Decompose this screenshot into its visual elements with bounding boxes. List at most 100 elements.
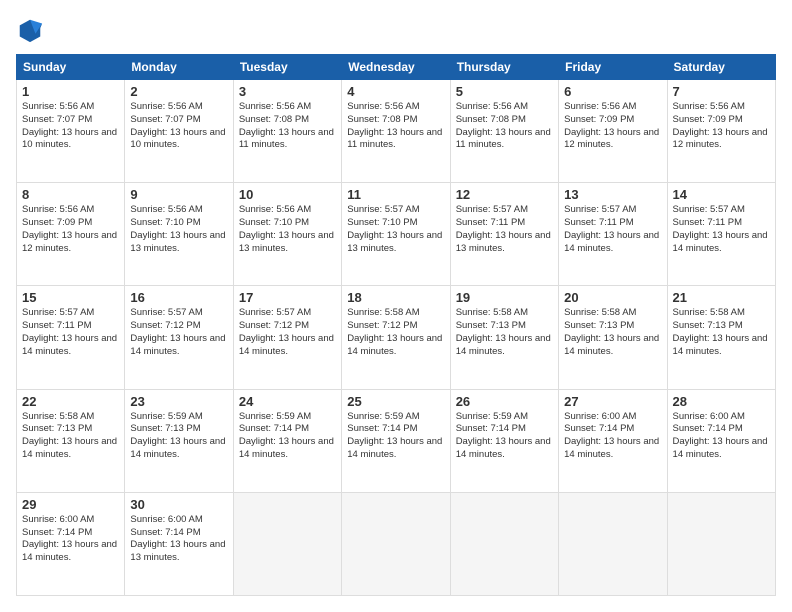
logo bbox=[16, 16, 48, 44]
day-number: 2 bbox=[130, 84, 227, 99]
calendar-cell bbox=[559, 492, 667, 595]
calendar-cell: 13 Sunrise: 5:57 AM Sunset: 7:11 PM Dayl… bbox=[559, 183, 667, 286]
day-info: Sunrise: 5:59 AM Sunset: 7:14 PM Dayligh… bbox=[239, 411, 336, 462]
day-number: 18 bbox=[347, 290, 444, 305]
week-row-2: 15 Sunrise: 5:57 AM Sunset: 7:11 PM Dayl… bbox=[17, 286, 776, 389]
day-number: 7 bbox=[673, 84, 770, 99]
week-row-1: 8 Sunrise: 5:56 AM Sunset: 7:09 PM Dayli… bbox=[17, 183, 776, 286]
calendar-cell: 11 Sunrise: 5:57 AM Sunset: 7:10 PM Dayl… bbox=[342, 183, 450, 286]
page: SundayMondayTuesdayWednesdayThursdayFrid… bbox=[0, 0, 792, 612]
calendar-cell: 30 Sunrise: 6:00 AM Sunset: 7:14 PM Dayl… bbox=[125, 492, 233, 595]
calendar-cell: 27 Sunrise: 6:00 AM Sunset: 7:14 PM Dayl… bbox=[559, 389, 667, 492]
calendar-cell: 25 Sunrise: 5:59 AM Sunset: 7:14 PM Dayl… bbox=[342, 389, 450, 492]
calendar-cell bbox=[233, 492, 341, 595]
calendar-cell: 9 Sunrise: 5:56 AM Sunset: 7:10 PM Dayli… bbox=[125, 183, 233, 286]
calendar-cell: 19 Sunrise: 5:58 AM Sunset: 7:13 PM Dayl… bbox=[450, 286, 558, 389]
day-info: Sunrise: 5:57 AM Sunset: 7:12 PM Dayligh… bbox=[239, 307, 336, 358]
calendar-cell: 3 Sunrise: 5:56 AM Sunset: 7:08 PM Dayli… bbox=[233, 80, 341, 183]
calendar-body: 1 Sunrise: 5:56 AM Sunset: 7:07 PM Dayli… bbox=[17, 80, 776, 596]
calendar-cell: 24 Sunrise: 5:59 AM Sunset: 7:14 PM Dayl… bbox=[233, 389, 341, 492]
calendar-cell: 20 Sunrise: 5:58 AM Sunset: 7:13 PM Dayl… bbox=[559, 286, 667, 389]
day-info: Sunrise: 5:57 AM Sunset: 7:11 PM Dayligh… bbox=[456, 204, 553, 255]
header-thursday: Thursday bbox=[450, 55, 558, 80]
day-number: 27 bbox=[564, 394, 661, 409]
calendar-cell: 18 Sunrise: 5:58 AM Sunset: 7:12 PM Dayl… bbox=[342, 286, 450, 389]
header-tuesday: Tuesday bbox=[233, 55, 341, 80]
day-info: Sunrise: 5:56 AM Sunset: 7:09 PM Dayligh… bbox=[22, 204, 119, 255]
day-info: Sunrise: 5:57 AM Sunset: 7:10 PM Dayligh… bbox=[347, 204, 444, 255]
day-number: 6 bbox=[564, 84, 661, 99]
day-info: Sunrise: 5:59 AM Sunset: 7:14 PM Dayligh… bbox=[347, 411, 444, 462]
day-number: 15 bbox=[22, 290, 119, 305]
day-number: 16 bbox=[130, 290, 227, 305]
header-wednesday: Wednesday bbox=[342, 55, 450, 80]
day-info: Sunrise: 5:57 AM Sunset: 7:11 PM Dayligh… bbox=[673, 204, 770, 255]
day-number: 22 bbox=[22, 394, 119, 409]
calendar-cell: 15 Sunrise: 5:57 AM Sunset: 7:11 PM Dayl… bbox=[17, 286, 125, 389]
calendar-cell: 12 Sunrise: 5:57 AM Sunset: 7:11 PM Dayl… bbox=[450, 183, 558, 286]
day-number: 14 bbox=[673, 187, 770, 202]
header-sunday: Sunday bbox=[17, 55, 125, 80]
calendar-table: SundayMondayTuesdayWednesdayThursdayFrid… bbox=[16, 54, 776, 596]
calendar-cell: 29 Sunrise: 6:00 AM Sunset: 7:14 PM Dayl… bbox=[17, 492, 125, 595]
day-number: 13 bbox=[564, 187, 661, 202]
calendar-cell: 26 Sunrise: 5:59 AM Sunset: 7:14 PM Dayl… bbox=[450, 389, 558, 492]
day-number: 3 bbox=[239, 84, 336, 99]
day-info: Sunrise: 5:58 AM Sunset: 7:13 PM Dayligh… bbox=[456, 307, 553, 358]
day-info: Sunrise: 6:00 AM Sunset: 7:14 PM Dayligh… bbox=[130, 514, 227, 565]
day-number: 8 bbox=[22, 187, 119, 202]
day-number: 10 bbox=[239, 187, 336, 202]
day-info: Sunrise: 5:59 AM Sunset: 7:13 PM Dayligh… bbox=[130, 411, 227, 462]
calendar-cell: 6 Sunrise: 5:56 AM Sunset: 7:09 PM Dayli… bbox=[559, 80, 667, 183]
calendar-cell: 16 Sunrise: 5:57 AM Sunset: 7:12 PM Dayl… bbox=[125, 286, 233, 389]
calendar-cell: 10 Sunrise: 5:56 AM Sunset: 7:10 PM Dayl… bbox=[233, 183, 341, 286]
day-info: Sunrise: 5:56 AM Sunset: 7:07 PM Dayligh… bbox=[130, 101, 227, 152]
day-number: 17 bbox=[239, 290, 336, 305]
day-number: 24 bbox=[239, 394, 336, 409]
calendar-cell: 1 Sunrise: 5:56 AM Sunset: 7:07 PM Dayli… bbox=[17, 80, 125, 183]
calendar-cell: 17 Sunrise: 5:57 AM Sunset: 7:12 PM Dayl… bbox=[233, 286, 341, 389]
day-info: Sunrise: 5:58 AM Sunset: 7:13 PM Dayligh… bbox=[673, 307, 770, 358]
week-row-4: 29 Sunrise: 6:00 AM Sunset: 7:14 PM Dayl… bbox=[17, 492, 776, 595]
day-info: Sunrise: 6:00 AM Sunset: 7:14 PM Dayligh… bbox=[564, 411, 661, 462]
day-info: Sunrise: 5:57 AM Sunset: 7:11 PM Dayligh… bbox=[564, 204, 661, 255]
day-number: 9 bbox=[130, 187, 227, 202]
day-info: Sunrise: 5:57 AM Sunset: 7:11 PM Dayligh… bbox=[22, 307, 119, 358]
day-info: Sunrise: 5:56 AM Sunset: 7:07 PM Dayligh… bbox=[22, 101, 119, 152]
day-info: Sunrise: 5:56 AM Sunset: 7:08 PM Dayligh… bbox=[239, 101, 336, 152]
calendar-cell: 23 Sunrise: 5:59 AM Sunset: 7:13 PM Dayl… bbox=[125, 389, 233, 492]
day-info: Sunrise: 5:58 AM Sunset: 7:12 PM Dayligh… bbox=[347, 307, 444, 358]
day-number: 25 bbox=[347, 394, 444, 409]
calendar-cell: 22 Sunrise: 5:58 AM Sunset: 7:13 PM Dayl… bbox=[17, 389, 125, 492]
day-info: Sunrise: 5:56 AM Sunset: 7:09 PM Dayligh… bbox=[564, 101, 661, 152]
day-number: 26 bbox=[456, 394, 553, 409]
day-info: Sunrise: 6:00 AM Sunset: 7:14 PM Dayligh… bbox=[22, 514, 119, 565]
calendar-cell: 2 Sunrise: 5:56 AM Sunset: 7:07 PM Dayli… bbox=[125, 80, 233, 183]
day-number: 20 bbox=[564, 290, 661, 305]
day-info: Sunrise: 5:56 AM Sunset: 7:10 PM Dayligh… bbox=[239, 204, 336, 255]
calendar-cell: 14 Sunrise: 5:57 AM Sunset: 7:11 PM Dayl… bbox=[667, 183, 775, 286]
calendar-cell bbox=[667, 492, 775, 595]
calendar-cell: 8 Sunrise: 5:56 AM Sunset: 7:09 PM Dayli… bbox=[17, 183, 125, 286]
calendar-cell: 7 Sunrise: 5:56 AM Sunset: 7:09 PM Dayli… bbox=[667, 80, 775, 183]
header-monday: Monday bbox=[125, 55, 233, 80]
day-number: 4 bbox=[347, 84, 444, 99]
week-row-3: 22 Sunrise: 5:58 AM Sunset: 7:13 PM Dayl… bbox=[17, 389, 776, 492]
day-info: Sunrise: 5:57 AM Sunset: 7:12 PM Dayligh… bbox=[130, 307, 227, 358]
header-friday: Friday bbox=[559, 55, 667, 80]
day-info: Sunrise: 5:56 AM Sunset: 7:08 PM Dayligh… bbox=[456, 101, 553, 152]
day-info: Sunrise: 5:56 AM Sunset: 7:09 PM Dayligh… bbox=[673, 101, 770, 152]
calendar-cell bbox=[450, 492, 558, 595]
day-number: 28 bbox=[673, 394, 770, 409]
day-info: Sunrise: 5:56 AM Sunset: 7:10 PM Dayligh… bbox=[130, 204, 227, 255]
day-number: 1 bbox=[22, 84, 119, 99]
logo-icon bbox=[16, 16, 44, 44]
day-info: Sunrise: 6:00 AM Sunset: 7:14 PM Dayligh… bbox=[673, 411, 770, 462]
day-info: Sunrise: 5:58 AM Sunset: 7:13 PM Dayligh… bbox=[564, 307, 661, 358]
calendar-cell: 21 Sunrise: 5:58 AM Sunset: 7:13 PM Dayl… bbox=[667, 286, 775, 389]
header bbox=[16, 16, 776, 44]
day-info: Sunrise: 5:59 AM Sunset: 7:14 PM Dayligh… bbox=[456, 411, 553, 462]
day-number: 11 bbox=[347, 187, 444, 202]
day-number: 5 bbox=[456, 84, 553, 99]
day-number: 29 bbox=[22, 497, 119, 512]
